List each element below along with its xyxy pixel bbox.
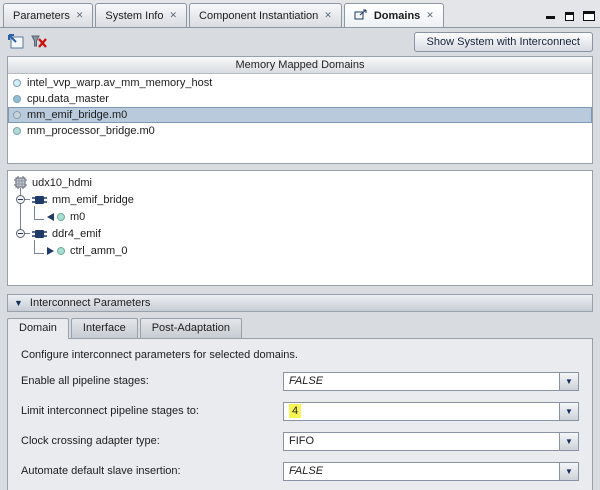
combo-value[interactable]: FALSE (284, 373, 559, 390)
combo-value[interactable]: FALSE (284, 463, 559, 480)
list-item[interactable]: mm_processor_bridge.m0 (8, 123, 592, 139)
tab-system-info[interactable]: System Info ✕ (95, 3, 187, 27)
domain-label: cpu.data_master (27, 93, 109, 105)
system-tree-panel: udx10_hdmi mm_emif_bridge m0 ddr4_emif (7, 170, 593, 286)
tree-node[interactable]: mm_emif_bridge (8, 191, 592, 208)
maximize-icon[interactable] (581, 7, 596, 21)
tab-label: Parameters (13, 10, 70, 22)
field-label: Limit interconnect pipeline stages to: (21, 405, 283, 417)
section-title: Interconnect Parameters (30, 297, 150, 309)
component-icon (32, 229, 47, 239)
tab-component-instantiation[interactable]: Component Instantiation ✕ (189, 3, 342, 27)
tree-connector-stub (25, 199, 30, 200)
tree-node[interactable]: m0 (8, 208, 592, 225)
editor-tab-bar: Parameters ✕ System Info ✕ Component Ins… (0, 0, 600, 28)
field-row: Enable all pipeline stages: FALSE ▼ (21, 371, 579, 391)
tab-domains[interactable]: Domains ✕ (344, 3, 444, 27)
master-port-icon (47, 247, 70, 255)
domain-label: intel_vvp_warp.av_mm_memory_host (27, 77, 212, 89)
list-item[interactable]: intel_vvp_warp.av_mm_memory_host (8, 75, 592, 91)
tree-node-label: ddr4_emif (52, 228, 101, 240)
minimize-icon[interactable] (543, 7, 558, 21)
restore-icon[interactable] (562, 7, 577, 21)
tree-connector-stub (25, 233, 30, 234)
tree-expand-handle-icon[interactable] (16, 195, 25, 204)
tree-connector-elbow (34, 240, 44, 254)
tab-interface[interactable]: Interface (71, 318, 138, 338)
interface-dot-icon (13, 95, 21, 103)
field-row: Clock crossing adapter type: FIFO ▼ (21, 431, 579, 451)
field-label: Clock crossing adapter type: (21, 435, 283, 447)
close-icon[interactable]: ✕ (426, 11, 434, 20)
domains-toolbar: Show System with Interconnect (0, 28, 600, 56)
domain-label: mm_processor_bridge.m0 (27, 125, 155, 137)
domains-tab-icon (354, 9, 368, 23)
interface-dot-icon (13, 127, 21, 135)
tree-expand-handle-icon[interactable] (16, 229, 25, 238)
field-row: Automate default slave insertion: FALSE … (21, 461, 579, 481)
field-row: Limit interconnect pipeline stages to: 4… (21, 401, 579, 421)
field-label: Automate default slave insertion: (21, 465, 283, 477)
collapse-icon[interactable]: ▼ (14, 299, 23, 308)
chevron-down-icon[interactable]: ▼ (559, 403, 578, 420)
window-controls (543, 7, 596, 27)
clock-crossing-adapter-type-combo[interactable]: FIFO ▼ (283, 432, 579, 451)
chevron-down-icon[interactable]: ▼ (559, 463, 578, 480)
field-label: Enable all pipeline stages: (21, 375, 283, 387)
interface-dot-icon (13, 111, 21, 119)
list-item[interactable]: cpu.data_master (8, 91, 592, 107)
tab-parameters[interactable]: Parameters ✕ (3, 3, 93, 27)
tab-domain[interactable]: Domain (7, 318, 69, 339)
close-icon[interactable]: ✕ (324, 11, 332, 20)
show-system-with-interconnect-button[interactable]: Show System with Interconnect (414, 32, 593, 52)
domain-tab-content: Configure interconnect parameters for se… (7, 338, 593, 490)
memory-mapped-domains-panel: Memory Mapped Domains intel_vvp_warp.av_… (7, 56, 593, 164)
tree-node[interactable]: ddr4_emif (8, 225, 592, 242)
description-text: Configure interconnect parameters for se… (21, 349, 579, 361)
list-item-selected[interactable]: mm_emif_bridge.m0 (8, 107, 592, 123)
tab-label: System Info (105, 10, 163, 22)
remove-filter-icon[interactable] (30, 33, 49, 51)
component-icon (32, 195, 47, 205)
tab-label: Domains (374, 10, 420, 22)
combo-value[interactable]: FIFO (284, 433, 559, 450)
select-domain-icon[interactable] (7, 33, 26, 51)
chevron-down-icon[interactable]: ▼ (559, 373, 578, 390)
enable-all-pipeline-stages-combo[interactable]: FALSE ▼ (283, 372, 579, 391)
slave-port-icon (47, 213, 70, 221)
limit-pipeline-stages-combo[interactable]: 4 ▼ (283, 402, 579, 421)
combo-value[interactable]: 4 (284, 403, 559, 420)
tab-post-adaptation[interactable]: Post-Adaptation (140, 318, 242, 338)
close-icon[interactable]: ✕ (76, 11, 84, 20)
interface-dot-icon (13, 79, 21, 87)
tree-node-root[interactable]: udx10_hdmi (8, 174, 592, 191)
domain-label: mm_emif_bridge.m0 (27, 109, 127, 121)
domains-panel-header: Memory Mapped Domains (8, 57, 592, 74)
domains-list: intel_vvp_warp.av_mm_memory_host cpu.dat… (8, 74, 592, 163)
interconnect-parameters-header[interactable]: ▼ Interconnect Parameters (7, 294, 593, 312)
parameters-tab-strip: Domain Interface Post-Adaptation (7, 318, 593, 338)
tree-node-label: ctrl_amm_0 (70, 245, 127, 257)
chevron-down-icon[interactable]: ▼ (559, 433, 578, 450)
tree-node[interactable]: ctrl_amm_0 (8, 242, 592, 259)
tree-node-label: udx10_hdmi (32, 177, 92, 189)
tree-node-label: mm_emif_bridge (52, 194, 134, 206)
tree-node-label: m0 (70, 211, 85, 223)
tab-label: Component Instantiation (199, 10, 318, 22)
close-icon[interactable]: ✕ (169, 11, 177, 20)
highlighted-value[interactable]: 4 (289, 404, 301, 418)
automate-default-slave-insertion-combo[interactable]: FALSE ▼ (283, 462, 579, 481)
tree-connector-elbow (34, 206, 44, 220)
